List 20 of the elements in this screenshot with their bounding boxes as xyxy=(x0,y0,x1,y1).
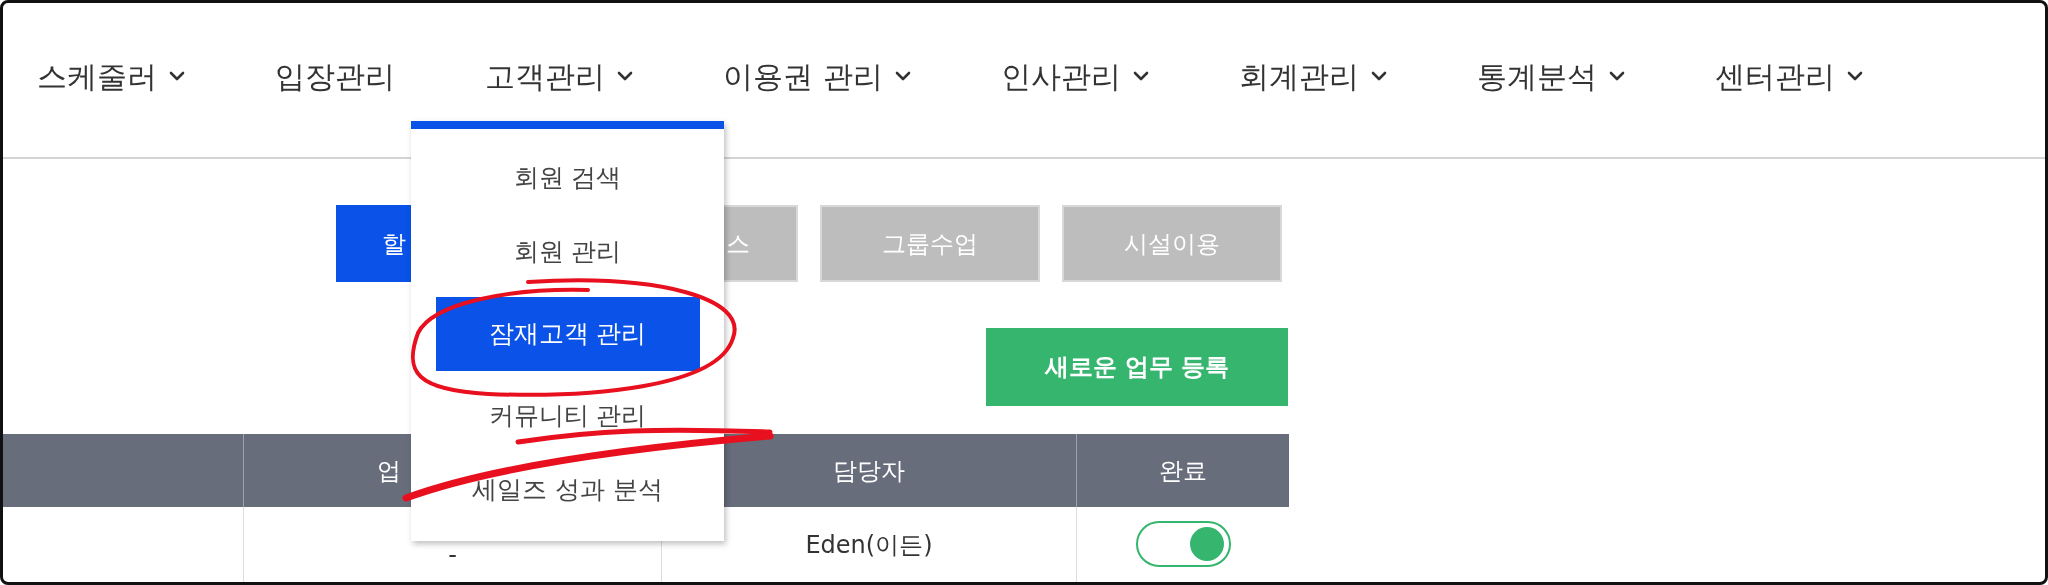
chevron-down-icon xyxy=(1132,71,1149,81)
toggle-switch[interactable] xyxy=(1135,521,1231,567)
dropdown-menu-item[interactable]: 잠재고객 관리 xyxy=(435,297,700,371)
nav-menu-item[interactable]: 고객관리 xyxy=(485,53,633,107)
dropdown-menu-item[interactable]: 회원 관리 xyxy=(435,223,700,281)
dropdown-menu-item[interactable]: 회원 검색 xyxy=(435,149,700,207)
nav-menu-item[interactable]: 센터관리 xyxy=(1714,53,1863,107)
nav-menu-item[interactable]: 입장관리 xyxy=(275,53,395,107)
nav-menu-item[interactable]: 회계관리 xyxy=(1238,53,1387,107)
nav-menu-item[interactable]: 인사관리 xyxy=(1000,53,1149,107)
chevron-down-icon xyxy=(617,71,633,81)
nav-menu-item[interactable]: 통계분석 xyxy=(1476,53,1625,107)
chevron-down-icon xyxy=(1370,71,1387,81)
table-header-cell-text: 완료 xyxy=(1158,455,1208,487)
chevron-down-icon xyxy=(1608,71,1625,81)
chevron-down-icon xyxy=(1846,71,1863,81)
nav-menu-item[interactable]: 이용권 관리 xyxy=(723,53,911,107)
nav-menu-item[interactable]: 스케줄러 xyxy=(37,53,185,107)
chevron-down-icon xyxy=(894,71,911,81)
chevron-down-icon xyxy=(169,71,185,81)
